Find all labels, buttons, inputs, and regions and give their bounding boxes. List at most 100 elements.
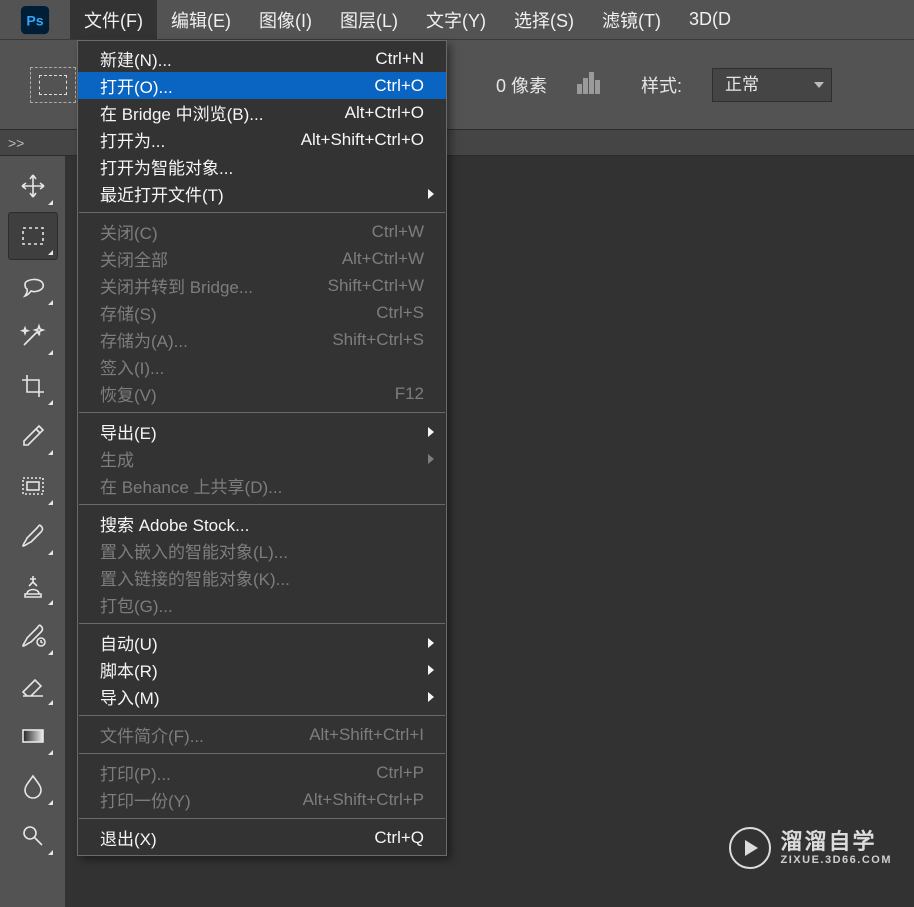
- menuitem-label: 导出(E): [100, 419, 157, 444]
- menuitem-label: 导入(M): [100, 684, 159, 709]
- eyedropper-tool[interactable]: [8, 412, 58, 460]
- menu-图像(I)[interactable]: 图像(I): [245, 0, 326, 39]
- crop-tool[interactable]: [8, 362, 58, 410]
- menuitem-shortcut: Ctrl+O: [374, 76, 424, 96]
- menuitem-新建(N)...[interactable]: 新建(N)... Ctrl+N: [78, 45, 446, 72]
- menuitem-label: 退出(X): [100, 825, 157, 850]
- menuitem-最近打开文件(T)[interactable]: 最近打开文件(T): [78, 180, 446, 207]
- menuitem-shortcut: Alt+Ctrl+O: [345, 103, 424, 123]
- menuitem-label: 恢复(V): [100, 381, 157, 406]
- menu-separator: [79, 623, 445, 624]
- dodge-tool[interactable]: [8, 812, 58, 860]
- menu-选择(S)[interactable]: 选择(S): [500, 0, 588, 39]
- menu-3D(D[interactable]: 3D(D: [675, 0, 745, 39]
- menuitem-label: 置入链接的智能对象(K)...: [100, 565, 290, 590]
- menu-文件(F)[interactable]: 文件(F): [70, 0, 157, 39]
- menu-文字(Y)[interactable]: 文字(Y): [412, 0, 500, 39]
- menuitem-label: 置入嵌入的智能对象(L)...: [100, 538, 288, 563]
- menuitem-shortcut: Alt+Shift+Ctrl+P: [303, 790, 424, 810]
- brush-tool[interactable]: [8, 512, 58, 560]
- play-icon: [729, 827, 771, 869]
- menuitem-生成: 生成: [78, 445, 446, 472]
- menuitem-label: 签入(I)...: [100, 354, 164, 379]
- move-tool[interactable]: [8, 162, 58, 210]
- menuitem-shortcut: Ctrl+W: [372, 222, 424, 242]
- menuitem-shortcut: Shift+Ctrl+S: [332, 330, 424, 350]
- app-logo: Ps: [0, 0, 70, 39]
- magic-wand-tool[interactable]: [8, 312, 58, 360]
- menu-separator: [79, 504, 445, 505]
- menuitem-存储(S): 存储(S) Ctrl+S: [78, 299, 446, 326]
- menuitem-shortcut: F12: [395, 384, 424, 404]
- menuitem-label: 脚本(R): [100, 657, 158, 682]
- menuitem-label: 打开为...: [100, 127, 165, 152]
- menu-separator: [79, 818, 445, 819]
- menu-separator: [79, 412, 445, 413]
- marquee-tool[interactable]: [8, 212, 58, 260]
- menuitem-导入(M)[interactable]: 导入(M): [78, 683, 446, 710]
- menuitem-label: 关闭(C): [100, 219, 158, 244]
- menuitem-label: 打印(P)...: [100, 760, 171, 785]
- menu-separator: [79, 212, 445, 213]
- menuitem-label: 最近打开文件(T): [100, 181, 224, 206]
- menuitem-label: 存储(S): [100, 300, 157, 325]
- menuitem-打包(G)...: 打包(G)...: [78, 591, 446, 618]
- menuitem-shortcut: Shift+Ctrl+W: [328, 276, 424, 296]
- menuitem-label: 打开(O)...: [100, 73, 173, 98]
- menuitem-自动(U)[interactable]: 自动(U): [78, 629, 446, 656]
- menuitem-label: 打印一份(Y): [100, 787, 191, 812]
- menuitem-label: 自动(U): [100, 630, 158, 655]
- menuitem-退出(X)[interactable]: 退出(X) Ctrl+Q: [78, 824, 446, 851]
- menuitem-shortcut: Ctrl+N: [375, 49, 424, 69]
- menuitem-打开为智能对象...[interactable]: 打开为智能对象...: [78, 153, 446, 180]
- menuitem-在 Bridge 中浏览(B)...[interactable]: 在 Bridge 中浏览(B)... Alt+Ctrl+O: [78, 99, 446, 126]
- menuitem-打开为...[interactable]: 打开为...Alt+Shift+Ctrl+O: [78, 126, 446, 153]
- menuitem-文件简介(F)...: 文件简介(F)... Alt+Shift+Ctrl+I: [78, 721, 446, 748]
- menuitem-关闭全部: 关闭全部Alt+Ctrl+W: [78, 245, 446, 272]
- watermark-title: 溜溜自学: [781, 830, 892, 854]
- menuitem-关闭(C): 关闭(C) Ctrl+W: [78, 218, 446, 245]
- menu-图层(L)[interactable]: 图层(L): [326, 0, 412, 39]
- menuitem-shortcut: Ctrl+P: [376, 763, 424, 783]
- menuitem-label: 关闭并转到 Bridge...: [100, 273, 253, 298]
- menuitem-shortcut: Alt+Shift+Ctrl+I: [309, 725, 424, 745]
- history-brush-tool[interactable]: [8, 612, 58, 660]
- expand-chevrons-icon[interactable]: >>: [8, 135, 24, 151]
- menuitem-label: 在 Behance 上共享(D)...: [100, 473, 282, 498]
- blur-tool[interactable]: [8, 762, 58, 810]
- menuitem-导出(E)[interactable]: 导出(E): [78, 418, 446, 445]
- menuitem-关闭并转到 Bridge...: 关闭并转到 Bridge... Shift+Ctrl+W: [78, 272, 446, 299]
- menuitem-打开(O)...[interactable]: 打开(O)... Ctrl+O: [78, 72, 446, 99]
- feather-value: 0 像素: [496, 72, 547, 98]
- menuitem-label: 在 Bridge 中浏览(B)...: [100, 100, 263, 125]
- menuitem-label: 生成: [100, 446, 134, 471]
- histogram-icon: [577, 70, 611, 99]
- menuitem-shortcut: Ctrl+Q: [374, 828, 424, 848]
- watermark: 溜溜自学 ZIXUE.3D66.COM: [729, 827, 892, 869]
- style-label: 样式:: [641, 72, 682, 98]
- menuitem-置入链接的智能对象(K)...: 置入链接的智能对象(K)...: [78, 564, 446, 591]
- menuitem-label: 打包(G)...: [100, 592, 173, 617]
- menuitem-shortcut: Alt+Ctrl+W: [342, 249, 424, 269]
- menu-separator: [79, 753, 445, 754]
- menuitem-打印(P)...: 打印(P)... Ctrl+P: [78, 759, 446, 786]
- menuitem-label: 文件简介(F)...: [100, 722, 204, 747]
- clone-stamp-tool[interactable]: [8, 562, 58, 610]
- menuitem-label: 新建(N)...: [100, 46, 172, 71]
- menu-separator: [79, 715, 445, 716]
- menu-编辑(E)[interactable]: 编辑(E): [157, 0, 245, 39]
- eraser-tool[interactable]: [8, 662, 58, 710]
- tool-preset-icon[interactable]: [30, 67, 76, 103]
- menuitem-shortcut: Ctrl+S: [376, 303, 424, 323]
- menuitem-label: 存储为(A)...: [100, 327, 188, 352]
- gradient-tool[interactable]: [8, 712, 58, 760]
- style-select[interactable]: 正常: [712, 68, 832, 102]
- frame-tool[interactable]: [8, 462, 58, 510]
- lasso-tool[interactable]: [8, 262, 58, 310]
- menuitem-打印一份(Y): 打印一份(Y) Alt+Shift+Ctrl+P: [78, 786, 446, 813]
- menuitem-脚本(R)[interactable]: 脚本(R): [78, 656, 446, 683]
- menuitem-label: 搜索 Adobe Stock...: [100, 511, 249, 536]
- menu-滤镜(T)[interactable]: 滤镜(T): [588, 0, 675, 39]
- menuitem-在 Behance 上共享(D)...: 在 Behance 上共享(D)...: [78, 472, 446, 499]
- menuitem-搜索 Adobe Stock...[interactable]: 搜索 Adobe Stock...: [78, 510, 446, 537]
